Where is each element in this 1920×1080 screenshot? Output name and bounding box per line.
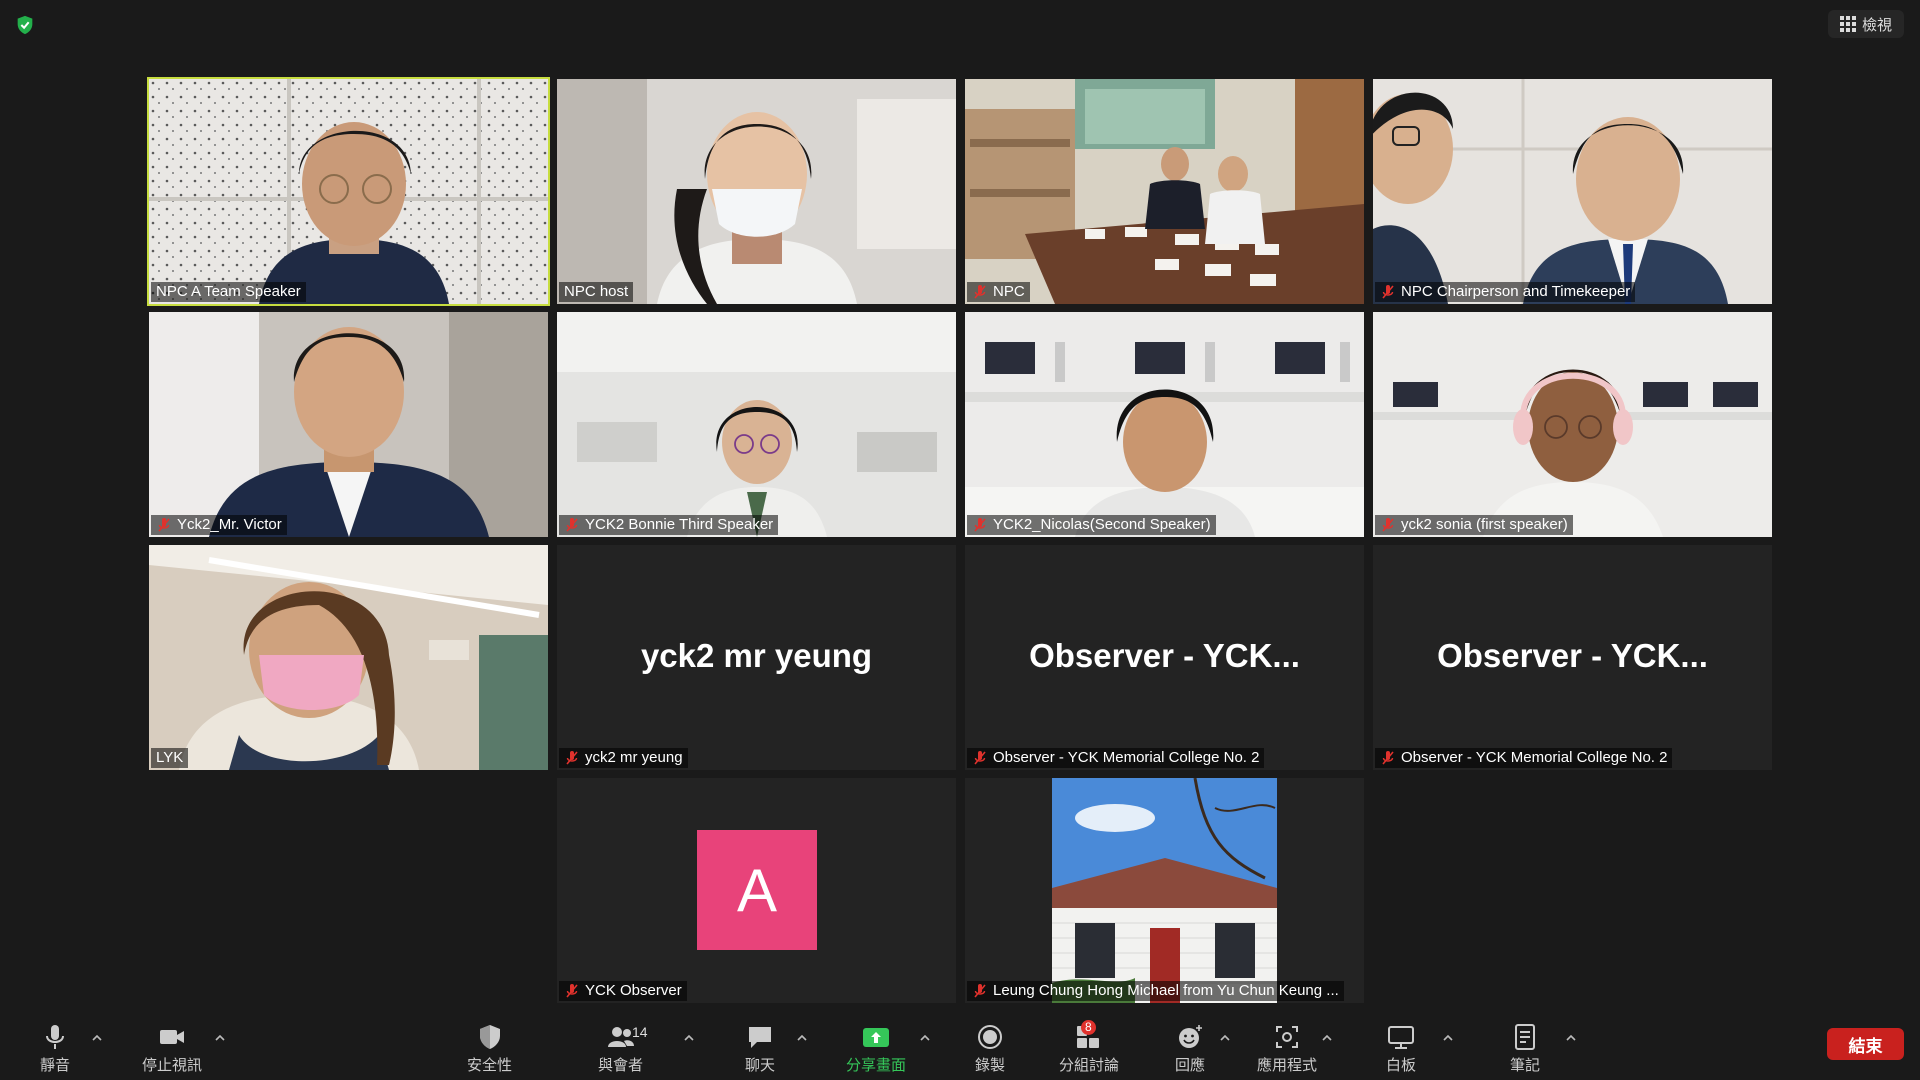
video-tile[interactable]: yck2 mr yeung yck2 mr yeung xyxy=(557,545,956,770)
reactions-options-chevron-icon[interactable] xyxy=(1219,1032,1231,1044)
video-gallery: NPC A Team Speaker NPC host NPC NPC Chai… xyxy=(147,77,1772,1003)
muted-mic-icon xyxy=(1382,518,1394,532)
whiteboard-options-chevron-icon[interactable] xyxy=(1442,1032,1454,1044)
participant-avatar: A xyxy=(697,830,817,950)
participant-video xyxy=(965,312,1364,537)
video-options-chevron-icon[interactable] xyxy=(214,1032,226,1044)
apps-icon xyxy=(1276,1026,1298,1048)
muted-mic-icon xyxy=(158,518,170,532)
record-button[interactable]: 錄製 xyxy=(975,1022,1005,1075)
participants-icon xyxy=(607,1027,634,1047)
participant-name-tag: NPC host xyxy=(559,282,634,302)
chat-button[interactable]: 聊天 xyxy=(745,1022,775,1075)
breakout-badge: 8 xyxy=(1081,1020,1096,1035)
meeting-toolbar: 靜音 停止視訊 安全性 14 與會者 聊天 分享畫面 錄製 8 分組討論 回應 … xyxy=(0,1014,1920,1080)
muted-mic-icon xyxy=(566,984,578,998)
view-button[interactable]: 檢視 xyxy=(1827,10,1904,38)
chat-options-chevron-icon[interactable] xyxy=(796,1032,808,1044)
participant-name-tag: Observer - YCK Memorial College No. 2 xyxy=(1375,748,1673,768)
video-tile[interactable]: NPC Chairperson and Timekeeper xyxy=(1373,79,1772,304)
notes-button[interactable]: 筆記 xyxy=(1510,1022,1540,1075)
grid-view-icon xyxy=(1839,16,1856,32)
muted-mic-icon xyxy=(1382,751,1394,765)
smiley-icon xyxy=(1179,1025,1202,1048)
participant-name-tag: LYK xyxy=(151,748,189,768)
participant-display-name: yck2 mr yeung xyxy=(640,637,873,674)
view-label: 檢視 xyxy=(1861,16,1892,34)
participant-video xyxy=(965,79,1364,304)
participant-name-tag: NPC A Team Speaker xyxy=(151,282,306,302)
muted-mic-icon xyxy=(566,751,578,765)
participant-video xyxy=(1373,79,1772,304)
apps-options-chevron-icon[interactable] xyxy=(1321,1032,1333,1044)
video-tile[interactable]: Observer - YCK... Observer - YCK Memoria… xyxy=(1373,545,1772,770)
stop-video-button[interactable]: 停止視訊 xyxy=(142,1022,202,1075)
security-shield-icon[interactable] xyxy=(14,14,36,36)
chat-bubble-icon xyxy=(749,1027,771,1048)
muted-mic-icon xyxy=(974,285,986,299)
muted-mic-icon xyxy=(1382,285,1394,299)
video-tile[interactable]: Observer - YCK... Observer - YCK Memoria… xyxy=(965,545,1364,770)
video-tile[interactable]: A YCK Observer xyxy=(557,778,956,1003)
participant-video xyxy=(1373,312,1772,537)
mute-options-chevron-icon[interactable] xyxy=(91,1032,103,1044)
participant-video xyxy=(557,79,956,304)
whiteboard-icon xyxy=(1388,1026,1414,1049)
participant-profile-picture xyxy=(1052,778,1277,1003)
microphone-icon xyxy=(46,1025,64,1049)
participant-name-tag: yck2 mr yeung xyxy=(559,748,688,768)
reactions-button[interactable]: 回應 xyxy=(1175,1022,1205,1075)
participant-name-tag: Observer - YCK Memorial College No. 2 xyxy=(967,748,1265,768)
participants-button[interactable]: 14 與會者 xyxy=(598,1022,648,1075)
participant-name-tag: YCK Observer xyxy=(559,981,687,1001)
breakout-rooms-button[interactable]: 8 分組討論 xyxy=(1059,1020,1119,1075)
record-icon xyxy=(978,1025,1002,1049)
participant-video xyxy=(149,79,548,304)
share-options-chevron-icon[interactable] xyxy=(919,1032,931,1044)
notes-icon xyxy=(1515,1024,1535,1050)
muted-mic-icon xyxy=(566,518,578,532)
participants-count: 14 xyxy=(632,1024,648,1040)
video-camera-icon xyxy=(160,1030,184,1044)
video-tile[interactable]: LYK xyxy=(149,545,548,770)
apps-button[interactable]: 應用程式 xyxy=(1257,1022,1317,1075)
participant-video xyxy=(557,312,956,537)
share-screen-button[interactable]: 分享畫面 xyxy=(846,1022,906,1075)
video-tile[interactable]: NPC xyxy=(965,79,1364,304)
participant-name-tag: Yck2_Mr. Victor xyxy=(151,515,287,535)
muted-mic-icon xyxy=(974,984,986,998)
security-button[interactable]: 安全性 xyxy=(467,1022,512,1075)
participant-display-name: Observer - YCK... xyxy=(1437,637,1708,674)
participant-name-tag: yck2 sonia (first speaker) xyxy=(1375,515,1573,535)
participant-name-tag: Leung Chung Hong Michael from Yu Chun Ke… xyxy=(967,981,1344,1001)
whiteboard-button[interactable]: 白板 xyxy=(1386,1022,1416,1075)
notes-options-chevron-icon[interactable] xyxy=(1565,1032,1577,1044)
shield-icon xyxy=(479,1025,500,1049)
muted-mic-icon xyxy=(974,518,986,532)
video-tile[interactable]: NPC A Team Speaker xyxy=(147,77,550,306)
participant-name-tag: NPC xyxy=(967,282,1030,302)
share-screen-icon xyxy=(863,1028,889,1047)
muted-mic-icon xyxy=(974,751,986,765)
participant-display-name: Observer - YCK... xyxy=(1029,637,1300,674)
video-tile[interactable]: NPC host xyxy=(557,79,956,304)
empty-slot xyxy=(1373,778,1772,1003)
participant-name-tag: YCK2_Nicolas(Second Speaker) xyxy=(967,515,1216,535)
participant-name-tag: YCK2 Bonnie Third Speaker xyxy=(559,515,779,535)
video-tile[interactable]: YCK2 Bonnie Third Speaker xyxy=(557,312,956,537)
video-tile[interactable]: YCK2_Nicolas(Second Speaker) xyxy=(965,312,1364,537)
video-tile[interactable]: yck2 sonia (first speaker) xyxy=(1373,312,1772,537)
participants-options-chevron-icon[interactable] xyxy=(683,1032,695,1044)
video-tile[interactable]: Leung Chung Hong Michael from Yu Chun Ke… xyxy=(965,778,1364,1003)
video-tile[interactable]: Yck2_Mr. Victor xyxy=(149,312,548,537)
participant-name-tag: NPC Chairperson and Timekeeper xyxy=(1375,282,1636,302)
empty-slot xyxy=(149,778,548,1003)
participant-video xyxy=(149,312,548,537)
mute-button[interactable]: 靜音 xyxy=(40,1022,70,1075)
end-meeting-button[interactable]: 結束 xyxy=(1827,1028,1904,1060)
participant-video xyxy=(149,545,548,770)
